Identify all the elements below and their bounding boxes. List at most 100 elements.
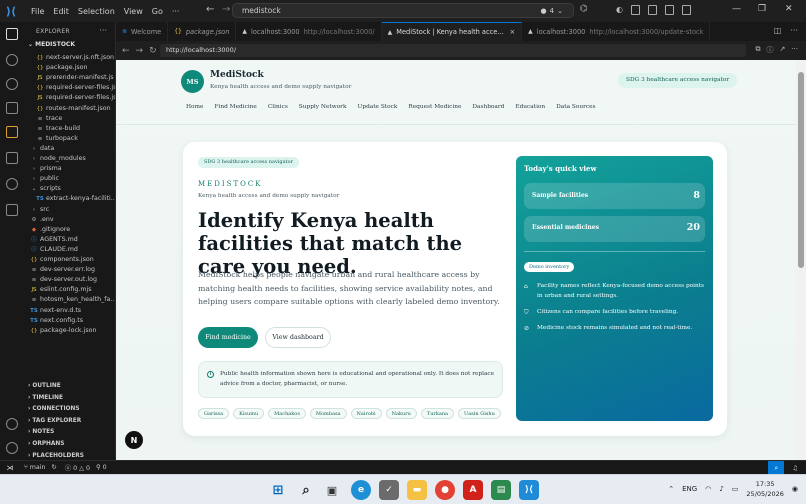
file-tree-item[interactable]: ≡ turbopack	[24, 134, 115, 144]
menu-file[interactable]: File	[31, 7, 44, 16]
toggle-primary-sidebar-icon[interactable]	[630, 5, 640, 15]
taskbar-search-icon[interactable]: ⌕	[296, 480, 316, 500]
language-indicator[interactable]: ENG	[682, 485, 697, 493]
testing-icon[interactable]	[6, 152, 18, 164]
sidebar-section-tag-explorer[interactable]: › TAG EXPLORER	[24, 416, 115, 427]
nav-link-clinics[interactable]: Clinics	[268, 104, 288, 110]
browser-info-icon[interactable]: ⓘ	[766, 45, 773, 55]
file-tree-item[interactable]: TS extract-kenya-faciliti...	[24, 194, 115, 204]
windows-start-icon[interactable]: ⊞	[268, 480, 288, 500]
view-dashboard-button[interactable]: View dashboard	[265, 327, 331, 348]
back-arrow-icon[interactable]: ←	[206, 4, 214, 15]
notification-center-icon[interactable]: ◉	[792, 485, 798, 493]
file-tree-item[interactable]: {} package-lock.json	[24, 326, 115, 336]
browser-forward-icon[interactable]: →	[136, 46, 144, 56]
nav-link-dashboard[interactable]: Dashboard	[472, 104, 504, 110]
battery-icon[interactable]: ▭	[732, 485, 739, 493]
file-tree-item[interactable]: ⚙ .env	[24, 215, 115, 225]
nav-link-home[interactable]: Home	[186, 104, 203, 110]
file-tree-item[interactable]: {} package.json	[24, 63, 115, 73]
menu-go[interactable]: Go	[152, 7, 163, 16]
chat-icon[interactable]: ⌬	[580, 4, 588, 14]
town-chip[interactable]: Nairobi	[350, 408, 382, 419]
agent-count-badge[interactable]: ● 4 ⌄	[541, 7, 563, 15]
extensions-icon[interactable]	[6, 126, 18, 138]
sidebar-section-placeholders[interactable]: › PLACEHOLDERS	[24, 451, 115, 460]
editor-more-icon[interactable]: ···	[790, 26, 798, 35]
explorer-icon[interactable]	[6, 28, 18, 40]
sidebar-section-timeline[interactable]: › TIMELINE	[24, 393, 115, 404]
problems-indicator[interactable]: ⓧ 0 △ 0	[65, 463, 90, 472]
task-view-icon[interactable]: ▣	[322, 480, 342, 500]
vscode-taskbar-icon[interactable]: ⟩⟨	[519, 480, 539, 500]
remote-indicator-icon[interactable]: ⋊	[0, 461, 20, 475]
file-tree-item[interactable]: {} routes-manifest.json	[24, 104, 115, 114]
nextjs-dev-badge[interactable]: N	[125, 431, 143, 449]
file-tree-item[interactable]: ⓘ AGENTS.md	[24, 235, 115, 245]
command-center-search[interactable]: medistock ● 4 ⌄	[232, 3, 574, 18]
browser-reload-icon[interactable]: ↻	[149, 46, 157, 56]
browser-chat-icon[interactable]: ⧉	[755, 45, 760, 55]
minimize-icon[interactable]: —	[732, 4, 741, 14]
file-tree-item[interactable]: ⓘ CLAUDE.md	[24, 245, 115, 255]
source-control-icon[interactable]	[6, 78, 18, 90]
menu-edit[interactable]: Edit	[53, 7, 69, 16]
wifi-icon[interactable]: ◠	[705, 485, 711, 493]
forward-arrow-icon[interactable]: →	[222, 4, 230, 15]
volume-icon[interactable]: ♪	[719, 485, 723, 493]
file-tree-item[interactable]: {} components.json	[24, 255, 115, 265]
nav-link-data-sources[interactable]: Data Sources	[556, 104, 595, 110]
customize-layout-icon[interactable]	[681, 5, 691, 15]
tab-localhost-root[interactable]: ▲ localhost:3000 http://localhost:3000/	[236, 22, 382, 41]
close-window-icon[interactable]: ✕	[785, 4, 793, 14]
clock[interactable]: 17:35 25/05/2026	[746, 479, 783, 499]
sidebar-section-notes[interactable]: › NOTES	[24, 427, 115, 438]
file-tree-item[interactable]: {} next-server.js.nft.json	[24, 53, 115, 63]
tab-welcome[interactable]: ≋ Welcome	[116, 22, 169, 41]
file-tree-item[interactable]: › node_modules	[24, 154, 115, 164]
file-tree-item[interactable]: JS eslint.config.mjs	[24, 285, 115, 295]
settings-gear-icon[interactable]	[6, 442, 18, 454]
spreadsheet-app-icon[interactable]: ▤	[491, 480, 511, 500]
file-tree-item[interactable]: ⌄ scripts	[24, 184, 115, 194]
notifications-bell-icon[interactable]: ♫	[792, 465, 798, 472]
file-tree-item[interactable]: ≡ trace-build	[24, 124, 115, 134]
tab-medistock-active[interactable]: ▲ MediStock | Kenya health acce... ×	[381, 22, 523, 41]
nav-link-update-stock[interactable]: Update Stock	[357, 104, 397, 110]
town-chip[interactable]: Garissa	[198, 408, 230, 419]
file-tree-item[interactable]: › src	[24, 205, 115, 215]
nav-link-find-medicine[interactable]: Find Medicine	[214, 104, 256, 110]
more-menu-icon[interactable]: ···	[172, 7, 180, 16]
acrobat-icon[interactable]: A	[463, 480, 483, 500]
page-scrollbar-thumb[interactable]	[798, 72, 804, 268]
account-icon[interactable]: ◐	[616, 5, 623, 15]
file-tree-item[interactable]: ≡ trace	[24, 114, 115, 124]
branch-indicator[interactable]: ⑂ main	[24, 464, 46, 471]
town-chip[interactable]: Nakuru	[385, 408, 417, 419]
file-tree-item[interactable]: ◆ .gitignore	[24, 225, 115, 235]
browser-more-icon[interactable]: ···	[791, 45, 798, 55]
file-tree-item[interactable]: ≡ dev-server.err.log	[24, 265, 115, 275]
town-chip[interactable]: Mombasa	[309, 408, 347, 419]
open-external-icon[interactable]: ↗	[779, 45, 785, 55]
search-icon[interactable]	[6, 54, 18, 66]
tab-localhost-update-stock[interactable]: ▲ localhost:3000 http://localhost:3000/upd…	[522, 22, 711, 41]
remote-explorer-icon[interactable]	[6, 204, 18, 216]
tray-overflow-icon[interactable]: ⌃	[668, 485, 674, 493]
explorer-more-icon[interactable]: ···	[99, 26, 107, 35]
menu-selection[interactable]: Selection	[78, 7, 115, 16]
zoom-icon[interactable]: ⌕	[768, 461, 785, 475]
ports-indicator[interactable]: ⚲ 0	[96, 464, 107, 471]
chrome-browser-icon[interactable]: ●	[435, 480, 455, 500]
site-logo[interactable]: MS	[181, 70, 204, 93]
toggle-panel-icon[interactable]	[647, 5, 657, 15]
file-tree-item[interactable]: JS prerender-manifest.js	[24, 73, 115, 83]
sidebar-section-outline[interactable]: › OUTLINE	[24, 381, 115, 392]
run-debug-icon[interactable]	[6, 102, 18, 114]
town-chip[interactable]: Kisumu	[233, 408, 265, 419]
town-chip[interactable]: Machakos	[268, 408, 306, 419]
menu-view[interactable]: View	[124, 7, 143, 16]
file-tree-item[interactable]: ≡ hotosm_ken_health_fa...	[24, 295, 115, 305]
sync-icon[interactable]: ↻	[52, 464, 57, 471]
nav-link-request-medicine[interactable]: Request Medicine	[408, 104, 461, 110]
